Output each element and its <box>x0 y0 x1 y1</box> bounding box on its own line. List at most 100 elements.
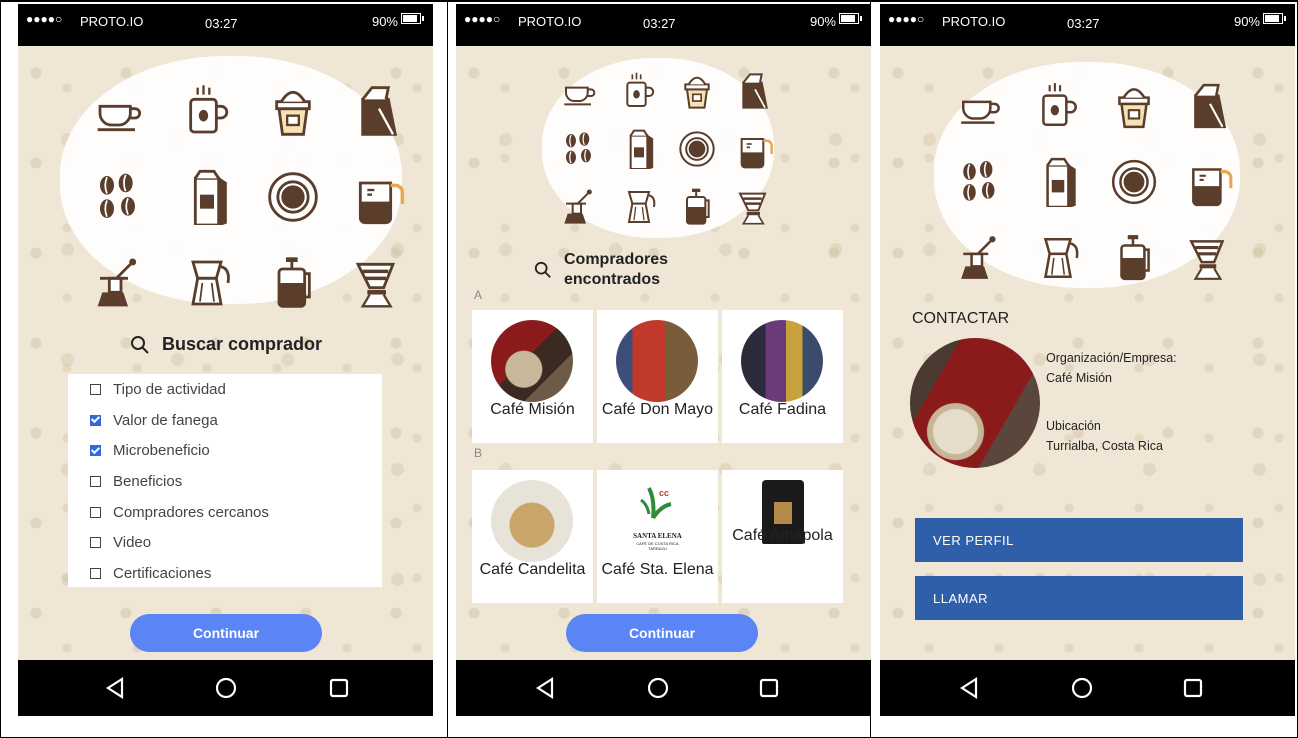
view-profile-button[interactable]: VER PERFIL <box>915 518 1243 562</box>
status-bar: ●●●●○ PROTO.IO 03:27 90% <box>456 4 871 46</box>
buyer-card[interactable]: Café Fadina <box>722 310 843 443</box>
checkbox[interactable] <box>90 537 101 549</box>
mug-icon <box>1020 68 1096 144</box>
home-button[interactable] <box>210 672 242 704</box>
filter-option[interactable]: Microbeneficio <box>68 435 382 466</box>
search-results-heading: Compradores encontrados <box>534 250 674 290</box>
status-bar: ●●●●○ PROTO.IO 03:27 90% <box>18 4 433 46</box>
filter-option-label: Tipo de actividad <box>113 380 226 398</box>
back-button[interactable] <box>100 672 132 704</box>
buyer-name: Café Candelita <box>479 561 586 578</box>
coffee-icon-grid <box>552 62 784 236</box>
android-nav-bar <box>880 660 1295 716</box>
android-nav-bar <box>18 660 433 716</box>
checkbox[interactable] <box>90 506 101 518</box>
continue-button[interactable]: Continuar <box>566 614 758 652</box>
search-label: Buscar comprador <box>162 334 323 354</box>
cup-icon <box>944 68 1020 144</box>
buyer-card[interactable]: Café Candelita <box>472 470 593 603</box>
moka-pot-icon <box>1020 220 1096 296</box>
buyer-card[interactable]: cc SANTA ELENA CAFÉ DE COSTA RICA TARRAZ… <box>597 470 718 603</box>
filter-option-label: Valor de fanega <box>113 411 218 429</box>
android-nav-bar <box>456 660 871 716</box>
buyer-card[interactable]: Café Misión <box>472 310 593 443</box>
recents-button[interactable] <box>1177 672 1209 704</box>
coffee-pot-icon <box>336 154 422 240</box>
phone-screen-contact: ●●●●○ PROTO.IO 03:27 90% CONTACTAR Organ… <box>880 4 1295 716</box>
buyer-card[interactable]: Café Don Mayo <box>597 310 718 443</box>
mug-icon <box>610 62 668 120</box>
filter-option-label: Beneficios <box>113 472 183 490</box>
moka-pot-icon <box>610 178 668 236</box>
organization-info: Organización/Empresa: Café Misión <box>1046 348 1177 388</box>
organization-value: Café Misión <box>1046 371 1112 385</box>
svg-text:cc: cc <box>659 488 669 498</box>
checkbox[interactable] <box>90 383 101 395</box>
filter-option-label: Certificaciones <box>113 564 212 582</box>
home-button[interactable] <box>1066 672 1098 704</box>
phone-screen-search: ●●●●○ PROTO.IO 03:27 90% Buscar comprado… <box>18 4 433 716</box>
signal-dots: ●●●●○ <box>888 12 925 26</box>
filter-option[interactable]: Valor de fanega <box>68 405 382 436</box>
home-circle-icon <box>215 677 237 699</box>
call-button[interactable]: LLAMAR <box>915 576 1243 620</box>
location-info: Ubicación Turrialba, Costa Rica <box>1046 416 1163 456</box>
continue-button[interactable]: Continuar <box>130 614 322 652</box>
coffee-icon-grid <box>78 68 422 326</box>
battery-icon <box>839 13 862 24</box>
coffee-pot-icon <box>1172 144 1248 220</box>
coffee-cup-topview-icon <box>1096 144 1172 220</box>
checkbox[interactable] <box>90 445 101 457</box>
buyer-photo <box>616 320 698 402</box>
checkbox[interactable] <box>90 414 101 426</box>
filter-option-label: Compradores cercanos <box>113 503 269 521</box>
column-divider <box>447 0 448 738</box>
section-letter-b: B <box>474 446 483 460</box>
coffee-bag-icon <box>726 62 784 120</box>
back-button[interactable] <box>954 672 986 704</box>
home-circle-icon <box>1071 677 1093 699</box>
french-press-icon <box>250 240 336 326</box>
organization-label: Organización/Empresa: <box>1046 351 1177 365</box>
logo-subtext: TARRAZU <box>648 546 667 551</box>
coffee-icon-grid <box>944 68 1248 296</box>
grinder-icon <box>944 220 1020 296</box>
checkbox[interactable] <box>90 475 101 487</box>
grinder-icon <box>78 240 164 326</box>
filter-options-list: Tipo de actividad Valor de fanega Microben… <box>68 374 382 587</box>
clock: 03:27 <box>643 16 676 31</box>
coffee-package-icon <box>610 120 668 178</box>
back-triangle-icon <box>105 676 124 700</box>
results-label: Compradores encontrados <box>564 251 669 288</box>
filter-option[interactable]: Video <box>68 527 382 558</box>
checkbox[interactable] <box>90 567 101 579</box>
iced-coffee-icon <box>1096 68 1172 144</box>
iced-coffee-icon <box>668 62 726 120</box>
signal-dots: ●●●●○ <box>26 12 63 26</box>
recents-square-icon <box>329 678 349 698</box>
santa-elena-logo: cc SANTA ELENA CAFÉ DE COSTA RICA TARRAZ… <box>633 487 682 551</box>
clock: 03:27 <box>1067 16 1100 31</box>
battery-percent: 90% <box>809 14 836 29</box>
phone-screen-results: ●●●●○ PROTO.IO 03:27 90% Compradores enc… <box>456 4 871 716</box>
search-icon <box>131 335 149 354</box>
carrier-label: PROTO.IO <box>80 14 144 29</box>
signal-dots: ●●●●○ <box>464 12 501 26</box>
buyer-card[interactable]: Café Amapola <box>722 470 843 603</box>
search-row[interactable]: Buscar comprador <box>130 334 322 355</box>
pour-over-icon <box>726 178 784 236</box>
search-icon <box>534 261 551 278</box>
filter-option-label: Video <box>113 534 152 552</box>
logo-text: SANTA ELENA <box>633 532 682 540</box>
filter-option[interactable]: Certificaciones <box>68 558 382 589</box>
coffee-pot-icon <box>726 120 784 178</box>
back-button[interactable] <box>530 672 562 704</box>
filter-option[interactable]: Beneficios <box>68 466 382 497</box>
filter-option[interactable]: Tipo de actividad <box>68 374 382 405</box>
recents-button[interactable] <box>753 672 785 704</box>
filter-option[interactable]: Compradores cercanos <box>68 497 382 528</box>
battery-percent: 90% <box>1233 14 1260 29</box>
recents-button[interactable] <box>323 672 355 704</box>
location-label: Ubicación <box>1046 419 1101 433</box>
home-button[interactable] <box>642 672 674 704</box>
